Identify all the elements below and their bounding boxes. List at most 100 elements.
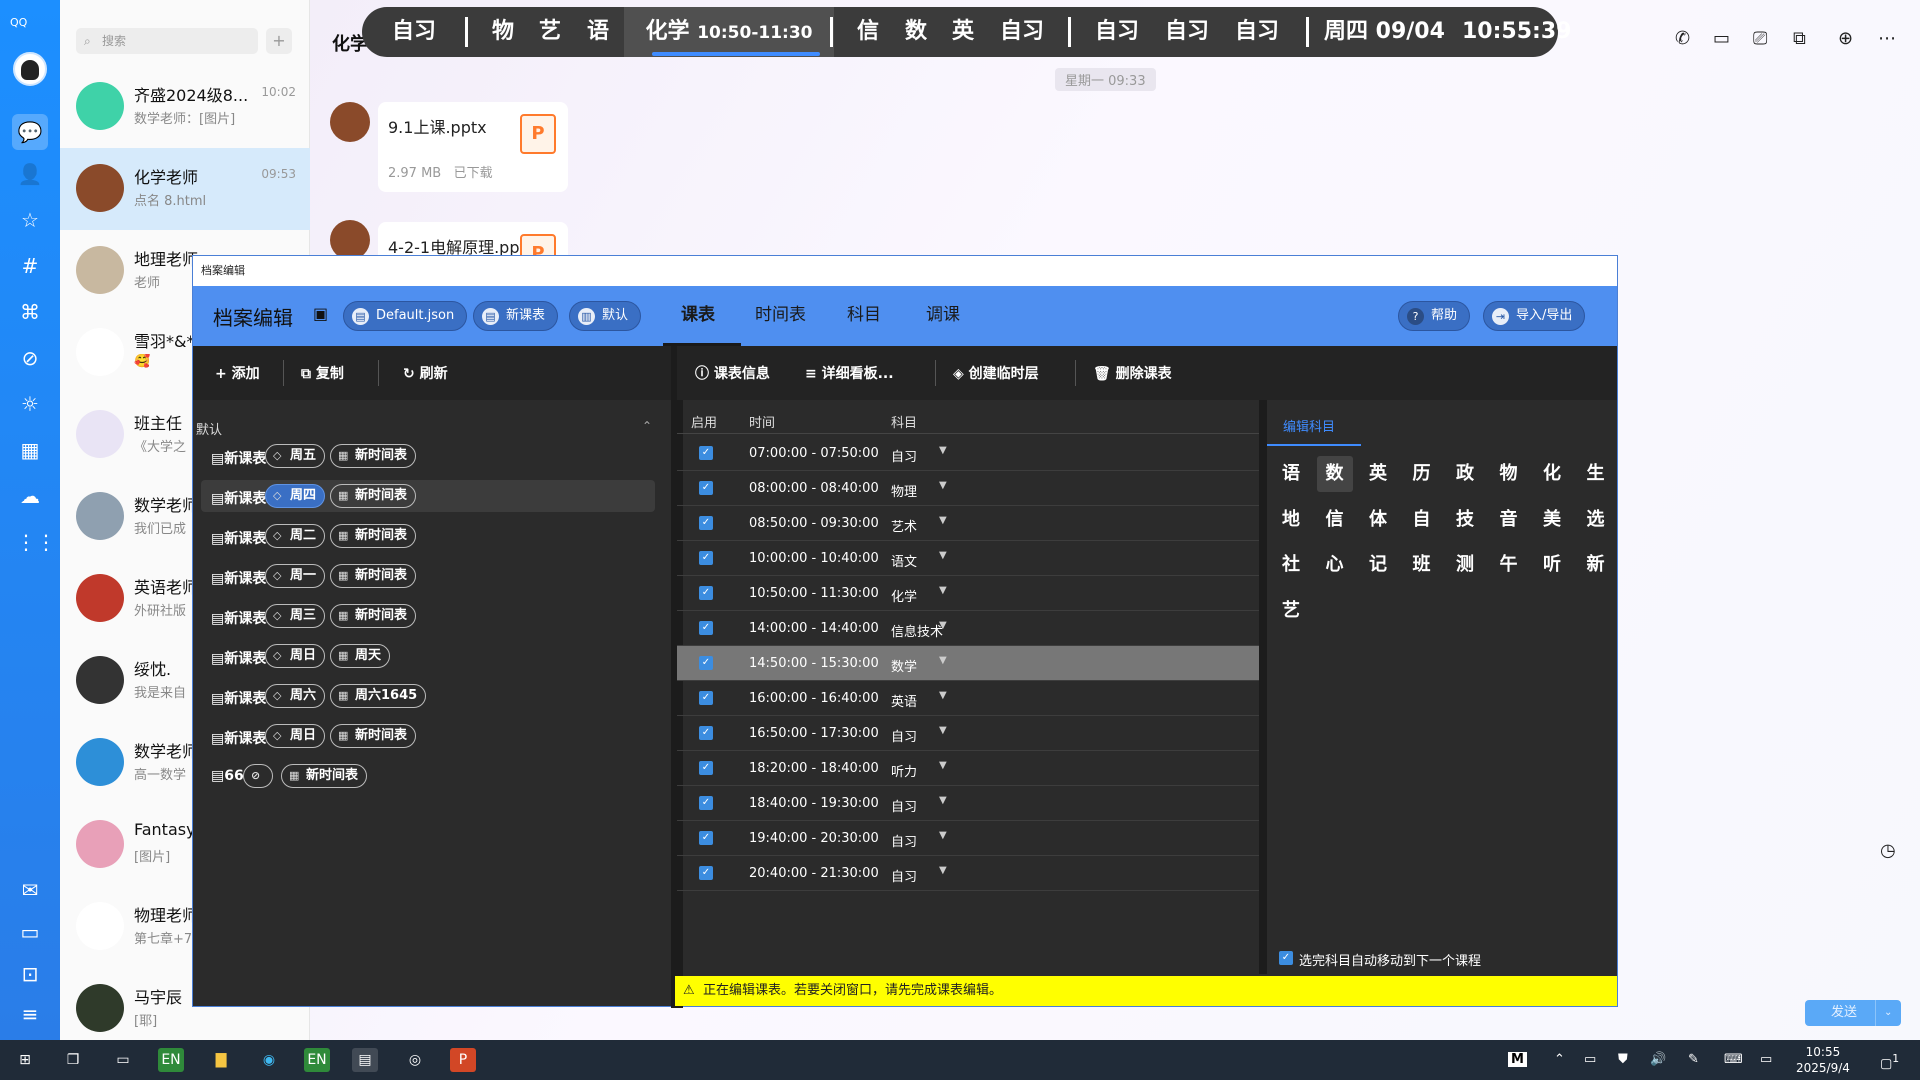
refresh-button[interactable]: ↻ 刷新 <box>403 363 448 383</box>
enabled-checkbox[interactable]: ✓ <box>699 481 713 495</box>
subject-select[interactable]: 化学 <box>891 586 917 605</box>
timetable-chip[interactable]: ▦ 新时间表 <box>330 524 417 548</box>
subject-select[interactable]: 英语 <box>891 691 917 710</box>
class-row[interactable]: ✓ 18:20:00 - 18:40:00 听力 ▼ <box>677 751 1259 786</box>
history-icon[interactable]: ◷ <box>1880 840 1896 861</box>
subject-button[interactable]: 信 <box>1317 502 1353 538</box>
subject-button[interactable]: 社 <box>1273 547 1309 583</box>
mail-icon[interactable]: ✉ <box>16 876 44 904</box>
remote-icon[interactable]: ⧉ <box>1793 28 1806 49</box>
enabled-checkbox[interactable]: ✓ <box>699 761 713 775</box>
add-button[interactable]: + 添加 <box>215 363 260 383</box>
chevron-down-icon[interactable]: ▼ <box>939 620 947 631</box>
timetable-chip[interactable]: ▦ 新时间表 <box>330 604 417 628</box>
subject-select[interactable]: 艺术 <box>891 516 917 535</box>
chevron-up-icon[interactable]: ⌃ <box>642 419 652 433</box>
subject-button[interactable]: 物 <box>1491 456 1527 492</box>
subject-button[interactable]: 技 <box>1447 502 1483 538</box>
schedule-item[interactable]: ▤新课表 ◇ 周一 ▦ 新时间表 <box>201 560 655 592</box>
profile-editor-taskbar-icon[interactable]: ▤ <box>352 1048 378 1072</box>
class-row[interactable]: ✓ 16:50:00 - 17:30:00 自习 ▼ <box>677 716 1259 751</box>
folder-icon[interactable]: ▭ <box>16 918 44 946</box>
more-apps-icon[interactable]: ⋮⋮ <box>16 528 56 556</box>
subject-select[interactable]: 自习 <box>891 866 917 885</box>
subject-select[interactable]: 自习 <box>891 446 917 465</box>
menu-icon[interactable]: ≡ <box>16 1000 44 1028</box>
profile-file-pill[interactable]: ▤ Default.json <box>343 301 468 331</box>
schedule-info-button[interactable]: ⓘ 课表信息 <box>695 363 770 383</box>
chevron-down-icon[interactable]: ▼ <box>939 550 947 561</box>
subject-button[interactable]: 政 <box>1447 456 1483 492</box>
chevron-up-icon[interactable]: ⌃ <box>1554 1052 1565 1067</box>
timetable-chip[interactable]: ▦ 新时间表 <box>330 484 417 508</box>
day-chip[interactable]: ⊘ <box>243 764 273 788</box>
timetable-chip[interactable]: ▦ 新时间表 <box>330 444 417 468</box>
subject-button[interactable]: 地 <box>1273 502 1309 538</box>
day-chip[interactable]: ◇ 周日 <box>265 724 326 748</box>
schedule-item[interactable]: ▤新课表 ◇ 周五 ▦ 新时间表 <box>201 440 655 472</box>
task-view-icon[interactable]: ❐ <box>60 1048 86 1072</box>
favorites-icon[interactable]: ☆ <box>16 206 44 234</box>
subject-select[interactable]: 自习 <box>891 726 917 745</box>
enabled-checkbox[interactable]: ✓ <box>699 866 713 880</box>
tab-swap[interactable]: 调课 <box>926 300 960 325</box>
app-icon[interactable]: ▭ <box>110 1048 136 1072</box>
subject-select[interactable]: 语文 <box>891 551 917 570</box>
display-icon[interactable]: ▭ <box>1760 1052 1772 1067</box>
chevron-down-icon[interactable]: ▼ <box>939 445 947 456</box>
enabled-checkbox[interactable]: ✓ <box>699 586 713 600</box>
bookmark-icon[interactable]: ⊡ <box>16 960 44 988</box>
taskbar-clock[interactable]: 10:55 2025/9/4 <box>1796 1044 1850 1076</box>
enabled-checkbox[interactable]: ✓ <box>699 656 713 670</box>
subject-button[interactable]: 音 <box>1491 502 1527 538</box>
chevron-down-icon[interactable]: ▼ <box>939 760 947 771</box>
schedule-item[interactable]: ▤新课表 ◇ 周六 ▦ 周六1645 <box>201 680 655 712</box>
send-button[interactable]: 发送 ⌄ <box>1805 1000 1901 1026</box>
chevron-down-icon[interactable]: ▼ <box>939 515 947 526</box>
security-icon[interactable]: ⛊ <box>1618 1052 1628 1067</box>
pane-splitter[interactable] <box>1259 400 1267 974</box>
subject-button[interactable]: 听 <box>1534 547 1570 583</box>
enabled-checkbox[interactable]: ✓ <box>699 726 713 740</box>
enabled-checkbox[interactable]: ✓ <box>699 446 713 460</box>
class-row[interactable]: ✓ 16:00:00 - 16:40:00 英语 ▼ <box>677 681 1259 716</box>
class-row[interactable]: ✓ 08:00:00 - 08:40:00 物理 ▼ <box>677 471 1259 506</box>
chat-list-item[interactable]: 化学老师 09:53 点名 8.html <box>60 148 310 230</box>
enabled-checkbox[interactable]: ✓ <box>699 691 713 705</box>
subject-button[interactable]: 心 <box>1317 547 1353 583</box>
subject-button[interactable]: 选 <box>1578 502 1614 538</box>
chevron-down-icon[interactable]: ▼ <box>939 725 947 736</box>
app-en-icon[interactable]: EN <box>158 1048 184 1072</box>
group-header[interactable]: 默认 <box>196 419 222 438</box>
notification-icon[interactable]: ▢1 <box>1880 1052 1899 1071</box>
subject-button[interactable]: 测 <box>1447 547 1483 583</box>
subject-button[interactable]: 英 <box>1360 456 1396 492</box>
add-button[interactable]: + <box>266 28 292 54</box>
checkbox[interactable]: ✓ <box>1279 951 1293 965</box>
enabled-checkbox[interactable]: ✓ <box>699 796 713 810</box>
channel-icon[interactable]: # <box>16 252 44 280</box>
tab-schedule[interactable]: 课表 <box>681 300 715 325</box>
enabled-checkbox[interactable]: ✓ <box>699 516 713 530</box>
day-chip[interactable]: ◇ 周日 <box>265 644 326 668</box>
more-icon[interactable]: ⋯ <box>1878 28 1896 49</box>
subject-select[interactable]: 自习 <box>891 796 917 815</box>
detail-board-button[interactable]: ≡ 详细看板... <box>805 363 894 383</box>
user-avatar[interactable] <box>13 52 47 86</box>
chevron-down-icon[interactable]: ▼ <box>939 585 947 596</box>
sender-avatar[interactable] <box>330 220 370 260</box>
subject-button[interactable]: 午 <box>1491 547 1527 583</box>
chevron-down-icon[interactable]: ▼ <box>939 655 947 666</box>
link-icon[interactable]: ⊘ <box>16 344 44 372</box>
class-row[interactable]: ✓ 10:50:00 - 11:30:00 化学 ▼ <box>677 576 1259 611</box>
subject-select[interactable]: 信息技术 <box>891 621 943 640</box>
class-row[interactable]: ✓ 08:50:00 - 09:30:00 艺术 ▼ <box>677 506 1259 541</box>
timetable-chip[interactable]: ▦ 新时间表 <box>330 724 417 748</box>
keyboard-icon[interactable]: ⌨ <box>1724 1052 1743 1067</box>
chevron-down-icon[interactable]: ▼ <box>939 480 947 491</box>
add-member-icon[interactable]: ⊕ <box>1838 28 1853 49</box>
sender-avatar[interactable] <box>330 102 370 142</box>
schedule-item[interactable]: ▤新课表 ◇ 周二 ▦ 新时间表 <box>201 520 655 552</box>
schedule-item[interactable]: ▤新课表 ◇ 周日 ▦ 周天 <box>201 640 655 672</box>
subject-button[interactable]: 美 <box>1534 502 1570 538</box>
